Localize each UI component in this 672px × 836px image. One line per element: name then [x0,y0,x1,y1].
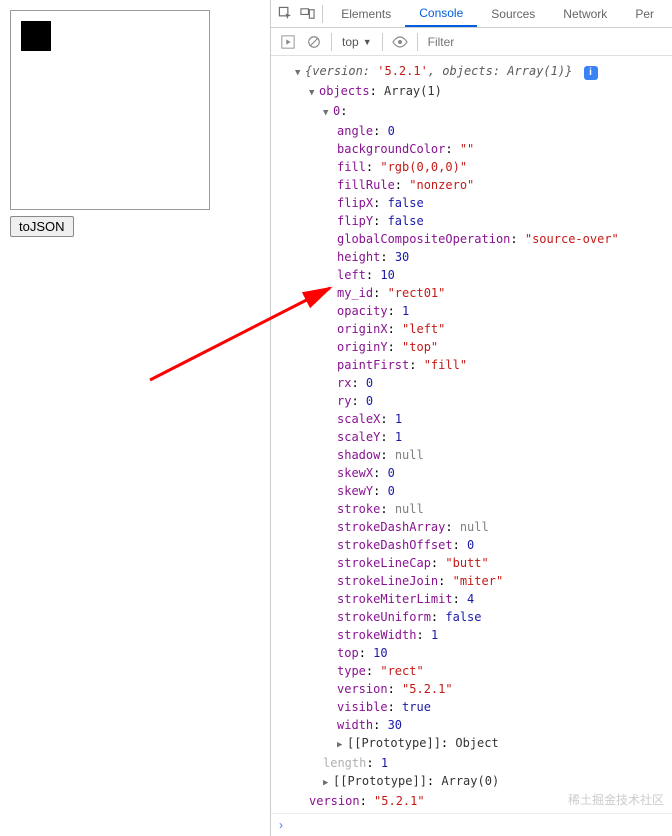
console-row[interactable]: originY: "top" [279,338,672,356]
console-row[interactable]: strokeWidth: 1 [279,626,672,644]
devtools-panel: ElementsConsoleSourcesNetworkPer top ▼ {… [270,0,672,836]
execution-play-icon[interactable] [275,29,301,55]
info-badge-icon: i [584,66,598,80]
console-toolbar: top ▼ [271,28,672,56]
console-row[interactable]: fill: "rgb(0,0,0)" [279,158,672,176]
console-row[interactable]: length: 1 [279,754,672,772]
eye-icon[interactable] [387,29,413,55]
console-row[interactable]: flipX: false [279,194,672,212]
console-row[interactable]: strokeDashOffset: 0 [279,536,672,554]
tab-network[interactable]: Network [549,0,621,27]
console-row[interactable]: originX: "left" [279,320,672,338]
console-row[interactable]: fillRule: "nonzero" [279,176,672,194]
console-row[interactable]: skewY: 0 [279,482,672,500]
clear-console-icon[interactable] [301,29,327,55]
inspect-icon[interactable] [275,1,297,27]
console-row[interactable]: strokeMiterLimit: 4 [279,590,672,608]
console-row[interactable]: backgroundColor: "" [279,140,672,158]
console-row[interactable]: strokeDashArray: null [279,518,672,536]
context-selector[interactable]: top ▼ [336,35,378,49]
console-output[interactable]: {version: '5.2.1', objects: Array(1)} io… [271,56,672,813]
console-row[interactable]: type: "rect" [279,662,672,680]
console-row[interactable]: objects: Array(1) [279,82,672,102]
canvas-area[interactable] [10,10,210,210]
console-row[interactable]: left: 10 [279,266,672,284]
console-row[interactable]: scaleX: 1 [279,410,672,428]
console-row[interactable]: rx: 0 [279,374,672,392]
tab-sources[interactable]: Sources [477,0,549,27]
console-row[interactable]: shadow: null [279,446,672,464]
console-row[interactable]: skewX: 0 [279,464,672,482]
console-row[interactable]: top: 10 [279,644,672,662]
watermark: 稀土掘金技术社区 [568,791,664,808]
filter-input[interactable] [422,35,668,49]
console-row[interactable]: ry: 0 [279,392,672,410]
console-row[interactable]: {version: '5.2.1', objects: Array(1)} i [279,62,672,82]
context-label: top [342,35,359,49]
console-row[interactable]: 0: [279,102,672,122]
console-row[interactable]: globalCompositeOperation: "source-over" [279,230,672,248]
console-row[interactable]: opacity: 1 [279,302,672,320]
console-row[interactable]: paintFirst: "fill" [279,356,672,374]
console-row[interactable]: scaleY: 1 [279,428,672,446]
chevron-down-icon: ▼ [363,37,372,47]
console-row[interactable]: strokeLineCap: "butt" [279,554,672,572]
console-row[interactable]: stroke: null [279,500,672,518]
console-row[interactable]: height: 30 [279,248,672,266]
console-row[interactable]: [[Prototype]]: Array(0) [279,772,672,792]
console-row[interactable]: strokeLineJoin: "miter" [279,572,672,590]
console-row[interactable]: my_id: "rect01" [279,284,672,302]
device-toggle-icon[interactable] [297,1,319,27]
console-row[interactable]: angle: 0 [279,122,672,140]
devtools-toolbar: ElementsConsoleSourcesNetworkPer [271,0,672,28]
console-row[interactable]: [[Prototype]]: Object [279,734,672,754]
console-row[interactable]: version: "5.2.1" [279,680,672,698]
tab-console[interactable]: Console [405,0,477,27]
tab-per[interactable]: Per [621,0,668,27]
console-prompt[interactable]: › [271,813,672,836]
console-row[interactable]: strokeUniform: false [279,608,672,626]
canvas-black-rect[interactable] [21,21,51,51]
console-row[interactable]: visible: true [279,698,672,716]
console-row[interactable]: flipY: false [279,212,672,230]
tojson-button[interactable]: toJSON [10,216,74,237]
console-row[interactable]: width: 30 [279,716,672,734]
tab-elements[interactable]: Elements [327,0,405,27]
